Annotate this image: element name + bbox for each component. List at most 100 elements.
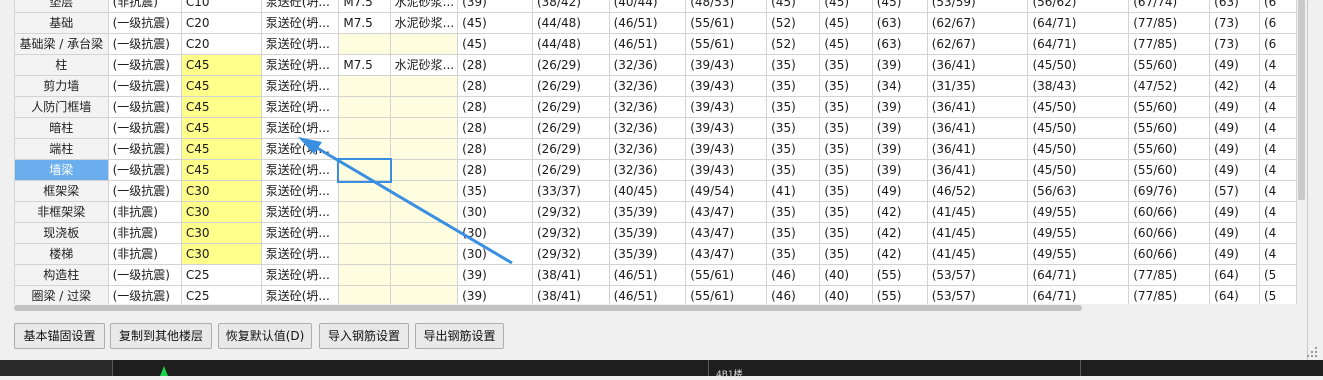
anchor-length-cell[interactable]: (35): [819, 201, 873, 223]
anchor-length-cell[interactable]: (69/76): [1128, 180, 1211, 202]
anchor-length-cell[interactable]: (40/45): [608, 180, 687, 202]
anchor-length-cell[interactable]: (30): [457, 243, 533, 265]
anchor-length-cell[interactable]: (36/41): [926, 117, 1029, 139]
anchor-length-cell[interactable]: (35): [766, 75, 821, 97]
anchor-length-cell[interactable]: (28): [457, 138, 533, 160]
anchor-length-cell[interactable]: (53/57): [926, 285, 1029, 304]
table-row[interactable]: 暗柱 (一级抗震) C45 泵送砼(坍... (28) (26/29) (32/36) (39…: [14, 117, 1297, 139]
anchor-length-cell[interactable]: (38/41): [531, 264, 610, 286]
anchor-length-cell[interactable]: (28): [457, 96, 533, 118]
anchor-length-cell[interactable]: (52): [766, 12, 821, 34]
anchor-length-cell[interactable]: (26/29): [531, 117, 610, 139]
concrete-grade-cell[interactable]: C20: [180, 33, 262, 55]
anchor-length-cell[interactable]: (47/52): [1128, 75, 1211, 97]
seismic-grade-cell[interactable]: (一级抗震): [107, 96, 182, 118]
anchor-length-cell[interactable]: (45): [457, 12, 533, 34]
mortar-grade-cell[interactable]: [336, 157, 393, 183]
anchor-length-cell[interactable]: (29/32): [531, 222, 610, 244]
seismic-grade-cell[interactable]: (一级抗震): [107, 180, 182, 202]
row-header[interactable]: 非框架梁: [14, 201, 109, 223]
concrete-grade-cell[interactable]: C30: [180, 222, 262, 244]
anchor-length-cell[interactable]: (29/32): [531, 201, 610, 223]
anchor-length-cell[interactable]: (63): [1209, 0, 1260, 13]
anchor-length-cell[interactable]: (41/45): [926, 243, 1029, 265]
concrete-grade-cell[interactable]: C45: [180, 159, 262, 181]
row-header[interactable]: 框架梁: [14, 180, 109, 202]
mortar-grade-cell[interactable]: M7.5: [338, 54, 391, 76]
anchor-length-cell[interactable]: (35): [819, 138, 873, 160]
anchor-length-cell[interactable]: (64/71): [1027, 12, 1130, 34]
anchor-length-cell[interactable]: (39): [871, 138, 928, 160]
pump-type-cell[interactable]: 泵送砼(坍...: [260, 264, 340, 286]
anchor-length-cell[interactable]: (39/43): [685, 75, 768, 97]
seismic-grade-cell[interactable]: (非抗震): [107, 222, 182, 244]
row-header[interactable]: 人防门框墙: [14, 96, 109, 118]
anchor-length-cell[interactable]: (35): [819, 117, 873, 139]
anchor-length-cell[interactable]: (60/66): [1128, 243, 1211, 265]
row-header[interactable]: 构造柱: [14, 264, 109, 286]
row-header[interactable]: 端柱: [14, 138, 109, 160]
anchor-length-cell[interactable]: (46): [766, 285, 821, 304]
anchor-length-cell[interactable]: (35): [819, 96, 873, 118]
anchor-length-cell[interactable]: (35): [766, 159, 821, 181]
mortar-grade-cell[interactable]: [338, 75, 391, 97]
seismic-grade-cell[interactable]: (一级抗震): [107, 33, 182, 55]
anchor-length-cell[interactable]: (39): [871, 117, 928, 139]
anchor-length-cell[interactable]: (35): [766, 222, 821, 244]
anchor-length-cell[interactable]: (45/50): [1027, 117, 1130, 139]
horizontal-scroll-thumb[interactable]: [14, 305, 1082, 311]
anchor-length-cell[interactable]: (41): [766, 180, 821, 202]
anchor-length-cell[interactable]: (49): [1209, 96, 1260, 118]
anchor-length-cell[interactable]: (45): [819, 33, 873, 55]
mortar-grade-cell[interactable]: [338, 117, 391, 139]
anchor-length-cell[interactable]: (35/39): [608, 201, 687, 223]
anchor-length-cell[interactable]: (39): [871, 54, 928, 76]
anchor-length-cell[interactable]: (39/43): [685, 117, 768, 139]
mortar-type-cell[interactable]: [389, 138, 459, 160]
anchor-length-cell[interactable]: (49): [1209, 243, 1260, 265]
table-row[interactable]: 墙梁 (一级抗震) C45 泵送砼(坍... (28) (26/29) (32/36) (39…: [14, 157, 1297, 183]
anchor-length-cell[interactable]: (55/60): [1128, 96, 1211, 118]
seismic-grade-cell[interactable]: (一级抗震): [107, 138, 182, 160]
anchor-length-cell[interactable]: (39/43): [685, 54, 768, 76]
anchor-length-cell[interactable]: (62/67): [926, 12, 1029, 34]
anchor-length-cell[interactable]: (38/43): [1027, 75, 1130, 97]
row-header[interactable]: 垫层: [14, 0, 109, 13]
seismic-grade-cell[interactable]: (一级抗震): [107, 285, 182, 304]
export-rebar-settings-button[interactable]: 导出钢筋设置: [415, 323, 504, 349]
seismic-grade-cell[interactable]: (一级抗震): [107, 117, 182, 139]
concrete-grade-cell[interactable]: C10: [180, 0, 262, 13]
anchor-length-cell[interactable]: (30): [457, 201, 533, 223]
anchor-length-cell[interactable]: (35): [457, 180, 533, 202]
anchor-length-cell[interactable]: (26/29): [531, 54, 610, 76]
concrete-grade-cell[interactable]: C30: [180, 243, 262, 265]
anchor-length-cell[interactable]: (45): [457, 33, 533, 55]
mortar-type-cell[interactable]: [389, 159, 459, 181]
anchor-length-cell[interactable]: (63): [871, 33, 928, 55]
anchor-length-cell[interactable]: (39/43): [685, 138, 768, 160]
anchor-length-cell[interactable]: (77/85): [1128, 12, 1211, 34]
table-row[interactable]: 人防门框墙 (一级抗震) C45 泵送砼(坍... (28) (26/29) (32/36)…: [14, 96, 1297, 118]
anchor-length-cell[interactable]: (4: [1258, 201, 1297, 223]
concrete-grade-cell[interactable]: C45: [180, 75, 262, 97]
anchor-length-cell[interactable]: (67/74): [1128, 0, 1211, 13]
anchor-length-cell[interactable]: (26/29): [531, 159, 610, 181]
anchor-length-cell[interactable]: (55/60): [1128, 138, 1211, 160]
mortar-type-cell[interactable]: [389, 264, 459, 286]
pump-type-cell[interactable]: 泵送砼(坍...: [260, 159, 340, 181]
concrete-grade-cell[interactable]: C45: [180, 117, 262, 139]
table-row[interactable]: 构造柱 (一级抗震) C25 泵送砼(坍... (39) (38/41) (46/51) (5…: [14, 264, 1297, 286]
anchor-length-cell[interactable]: (73): [1209, 12, 1260, 34]
anchor-length-cell[interactable]: (35/39): [608, 222, 687, 244]
seismic-grade-cell[interactable]: (一级抗震): [107, 75, 182, 97]
concrete-grade-cell[interactable]: C30: [180, 180, 262, 202]
anchor-length-cell[interactable]: (6: [1258, 33, 1297, 55]
anchor-length-cell[interactable]: (32/36): [608, 117, 687, 139]
concrete-grade-cell[interactable]: C25: [180, 264, 262, 286]
concrete-grade-cell[interactable]: C30: [180, 201, 262, 223]
pump-type-cell[interactable]: 泵送砼(坍...: [260, 180, 340, 202]
anchor-length-cell[interactable]: (32/36): [608, 138, 687, 160]
anchor-length-cell[interactable]: (56/62): [1027, 0, 1130, 13]
anchor-length-cell[interactable]: (46/51): [608, 285, 687, 304]
anchor-length-cell[interactable]: (60/66): [1128, 201, 1211, 223]
